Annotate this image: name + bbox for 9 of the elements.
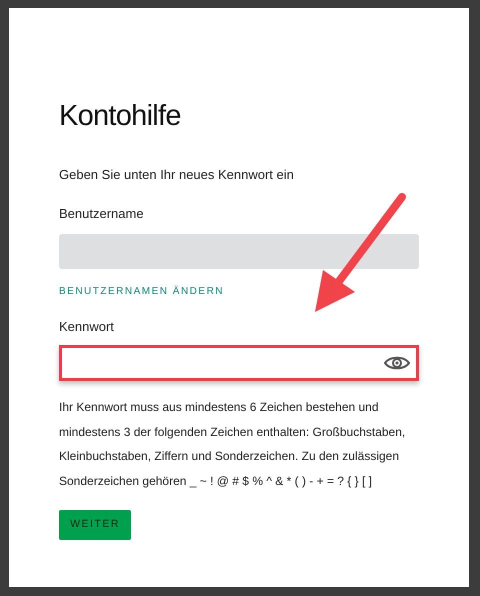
eye-icon[interactable] <box>384 355 410 371</box>
subtitle: Geben Sie unten Ihr neues Kennwort ein <box>59 166 295 184</box>
page-title: Kontohilfe <box>59 99 182 134</box>
password-label: Kennwort <box>59 318 114 336</box>
change-username-link[interactable]: BENUTZERNAMEN ÄNDERN <box>59 285 224 299</box>
password-requirements-text: Ihr Kennwort muss aus mindestens 6 Zeichen bestehen und mindestens 3 der folgenden Zeichen enthalten: Großbuchstaben, Kleinbuchstaben, Ziffern und Sonderzeichen. Zu den zulässigen Sonderzeichen gehören _ ~ ! @ # $ % ^ & * ( ) - + = ? { } [ ] <box>59 399 406 490</box>
username-label: Benutzername <box>59 205 144 223</box>
continue-button[interactable]: WEITER <box>59 510 131 540</box>
password-field[interactable] <box>59 345 419 381</box>
